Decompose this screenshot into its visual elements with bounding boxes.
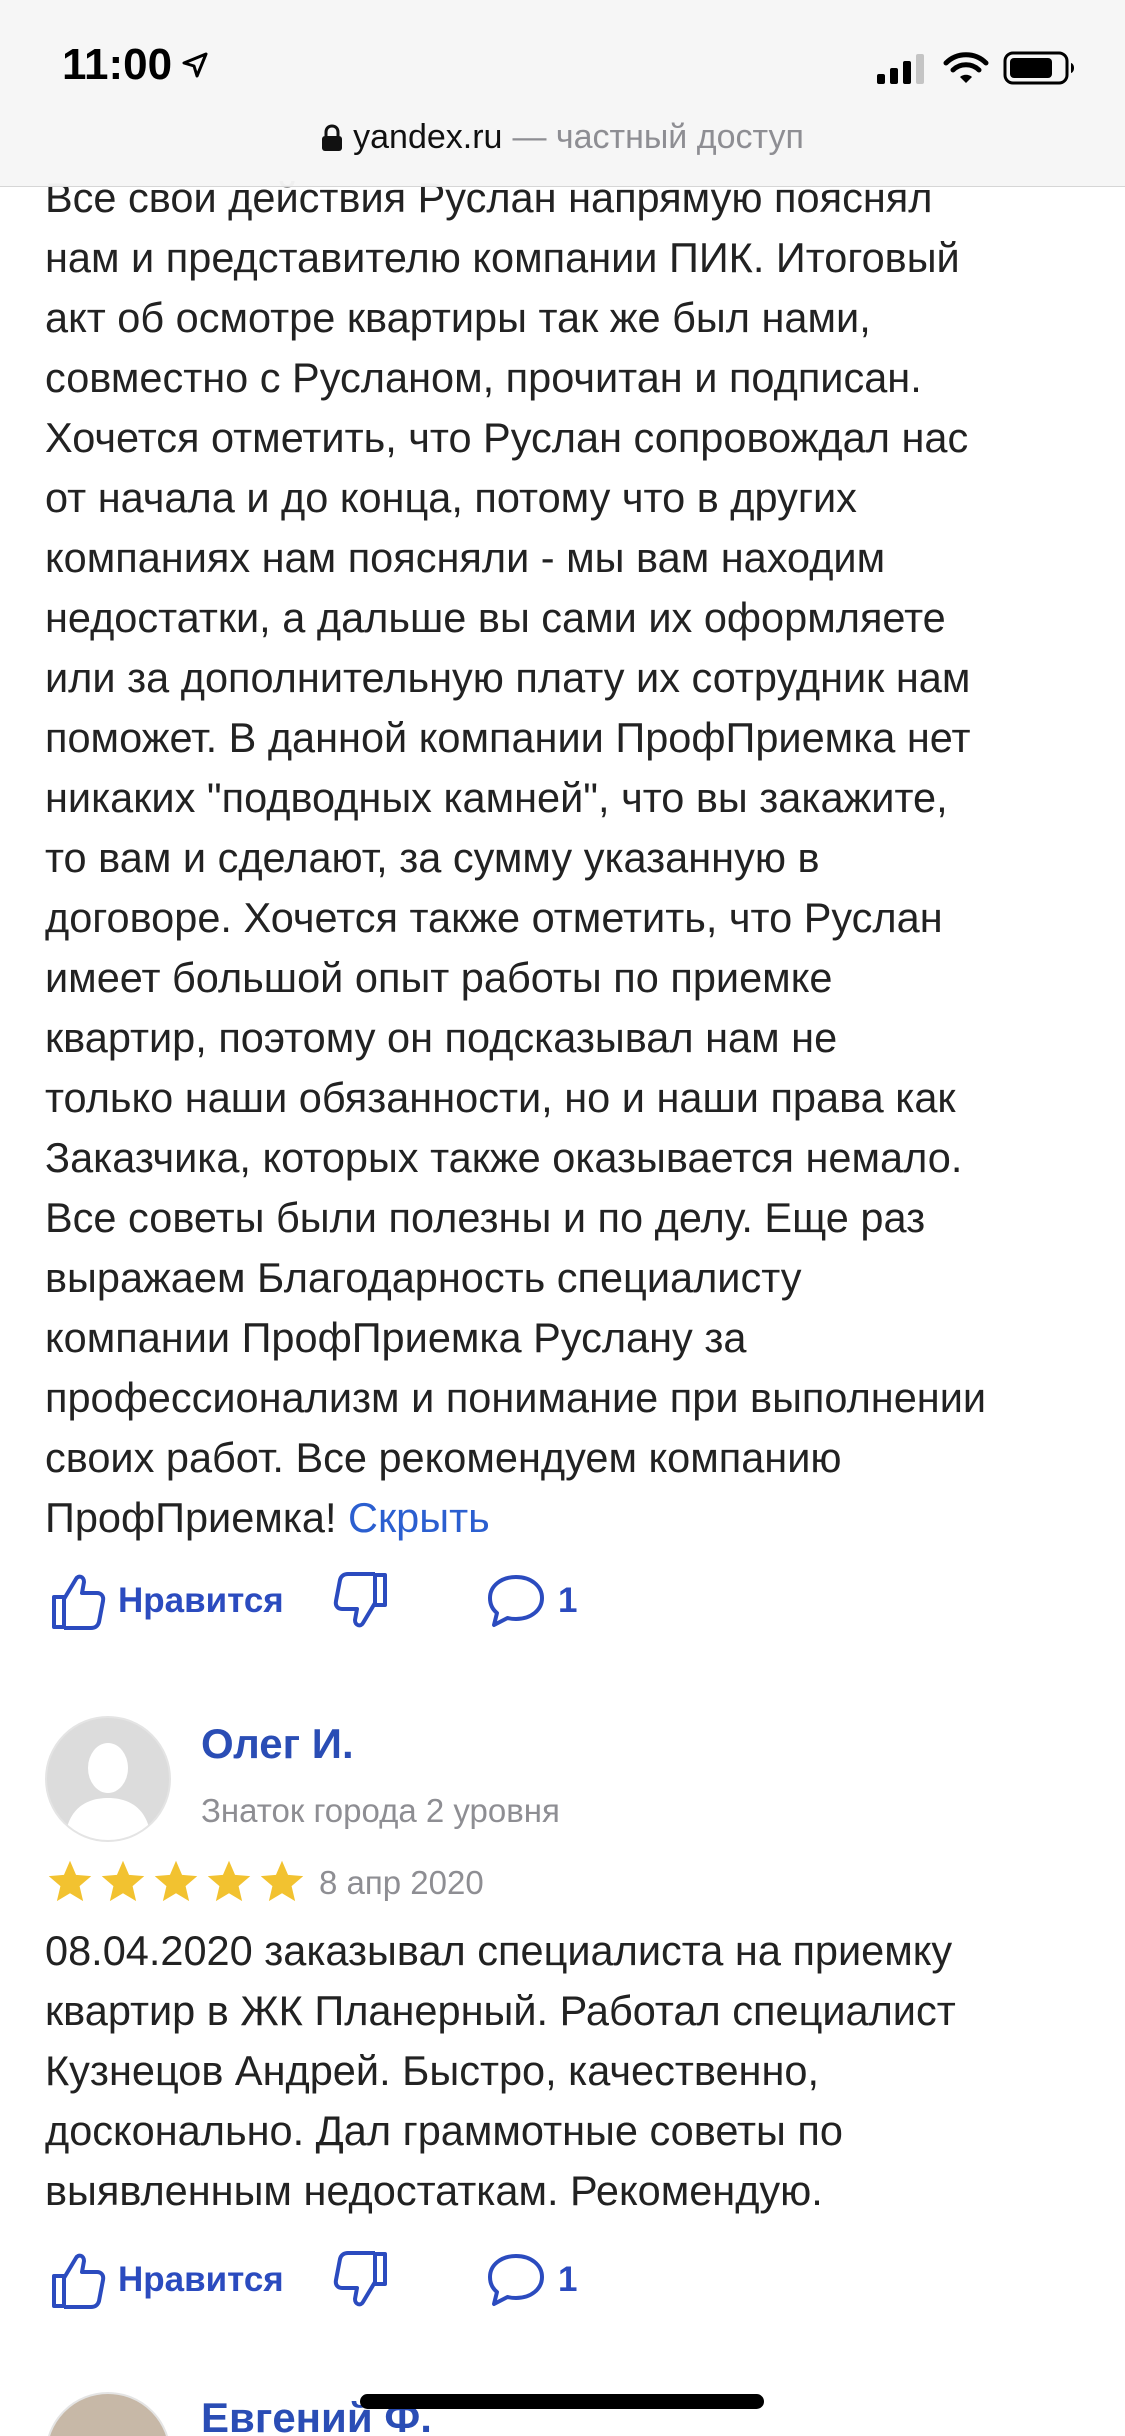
location-arrow-icon (182, 52, 208, 78)
like-label: Нравится (118, 2260, 284, 2299)
rating-stars (45, 1854, 310, 1910)
star-icon (48, 1860, 92, 1902)
dislike-button[interactable] (333, 2245, 389, 2315)
like-button[interactable]: Нравится (50, 2245, 284, 2315)
review-text-line: Кузнецов Андрей. Быстро, качественно, (45, 2047, 819, 2094)
thumbs-up-icon (52, 1574, 106, 1630)
star-icon (154, 1860, 198, 1902)
review-text-line: договоре. Хочется также отметить, что Ру… (45, 894, 943, 941)
review-text-line: то вам и сделают, за сумму указанную в (45, 834, 820, 881)
like-label: Нравится (118, 1581, 284, 1620)
clock: 11:00 (62, 40, 173, 89)
address-bar[interactable]: yandex.ru — частный доступ (0, 118, 1125, 157)
like-button[interactable]: Нравится (50, 1566, 284, 1636)
url-domain: yandex.ru (353, 118, 503, 156)
review-text-line: нам и представителю компании ПИК. Итогов… (45, 234, 960, 281)
comment-count: 1 (558, 2260, 578, 2299)
review-text-line: поможет. В данной компании ПрофПриемка н… (45, 714, 971, 761)
comment-bubble-icon (488, 2254, 544, 2306)
review-actions: Нравится 1 (50, 2245, 650, 2315)
home-indicator[interactable] (360, 2394, 764, 2409)
thumbs-up-icon (52, 2253, 106, 2309)
review-text-line: или за дополнительную плату их сотрудник… (45, 654, 971, 701)
review-text: Все свои действия Руслан напрямую поясня… (45, 168, 1095, 1548)
review-text-line: квартир, поэтому он подсказывал нам не (45, 1014, 838, 1061)
status-time: 11:00 (62, 40, 210, 90)
review-text-line: квартир в ЖК Планерный. Работал специали… (45, 1987, 956, 2034)
avatar[interactable] (45, 2392, 171, 2436)
private-access-label: — частный доступ (512, 118, 804, 156)
wifi-icon (943, 52, 989, 83)
review-text-line: 08.04.2020 заказывал специалиста на прие… (45, 1927, 953, 1974)
review-text-line: выявленным недостаткам. Рекомендую. (45, 2167, 823, 2214)
review-text-line: имеет большой опыт работы по приемке (45, 954, 833, 1001)
browser-top-bar: 11:00 yandex.ru — частный доступ (0, 0, 1125, 187)
system-status-icons (877, 50, 1077, 86)
review-text-line: от начала и до конца, потому что в други… (45, 474, 857, 521)
author-name[interactable]: Олег И. (201, 1720, 354, 1768)
review-text-line: компании ПрофПриемка Руслану за (45, 1314, 747, 1361)
comments-button[interactable]: 1 (486, 1566, 577, 1636)
review-text-line: профессионализм и понимание при выполнен… (45, 1374, 987, 1421)
review-text-line: акт об осмотре квартиры так же был нами, (45, 294, 871, 341)
user-placeholder-icon (65, 1743, 151, 1840)
thumbs-down-icon (333, 1572, 387, 1628)
review-text-line: досконально. Дал граммотные советы по (45, 2107, 843, 2154)
review-text-line: компаниях нам поясняли - мы вам находим (45, 534, 886, 581)
review-actions: Нравится 1 (50, 1566, 650, 1636)
author-level: Знаток города 2 уровня (201, 1792, 560, 1829)
review-text-line: Хочется отметить, что Руслан сопровождал… (45, 414, 969, 461)
review-text-line: только наши обязанности, но и наши права… (45, 1074, 956, 1121)
review-text: 08.04.2020 заказывал специалиста на прие… (45, 1921, 1095, 2221)
star-icon (207, 1860, 251, 1902)
avatar[interactable] (45, 1716, 171, 1842)
review-text-last-line: ПрофПриемка! Скрыть (45, 1488, 1095, 1548)
review-text-line: Заказчика, которых также оказывается нем… (45, 1134, 963, 1181)
lock-icon (322, 123, 343, 151)
review-text-line: выражаем Благодарность специалисту (45, 1254, 802, 1301)
comment-count: 1 (558, 1581, 578, 1620)
review-text-line: Все советы были полезны и по делу. Еще р… (45, 1194, 926, 1241)
review-text-line: недостатки, а дальше вы сами их оформляе… (45, 594, 946, 641)
star-icon (101, 1860, 145, 1902)
review-text-line: никаких "подводных камней", что вы закаж… (45, 774, 948, 821)
battery-icon (1003, 51, 1074, 85)
star-icon (260, 1860, 304, 1902)
cellular-signal-icon (877, 54, 924, 84)
hide-review-link[interactable]: Скрыть (348, 1494, 490, 1541)
comments-button[interactable]: 1 (486, 2245, 577, 2315)
review-text-final-words: ПрофПриемка! (45, 1494, 337, 1541)
review-text-line: своих работ. Все рекомендуем компанию (45, 1434, 842, 1481)
comment-bubble-icon (488, 1575, 544, 1627)
review-text-line: совместно с Русланом, прочитан и подписа… (45, 354, 922, 401)
thumbs-down-icon (333, 2251, 387, 2307)
dislike-button[interactable] (333, 1566, 389, 1636)
review-date: 8 апр 2020 (319, 1864, 484, 1901)
